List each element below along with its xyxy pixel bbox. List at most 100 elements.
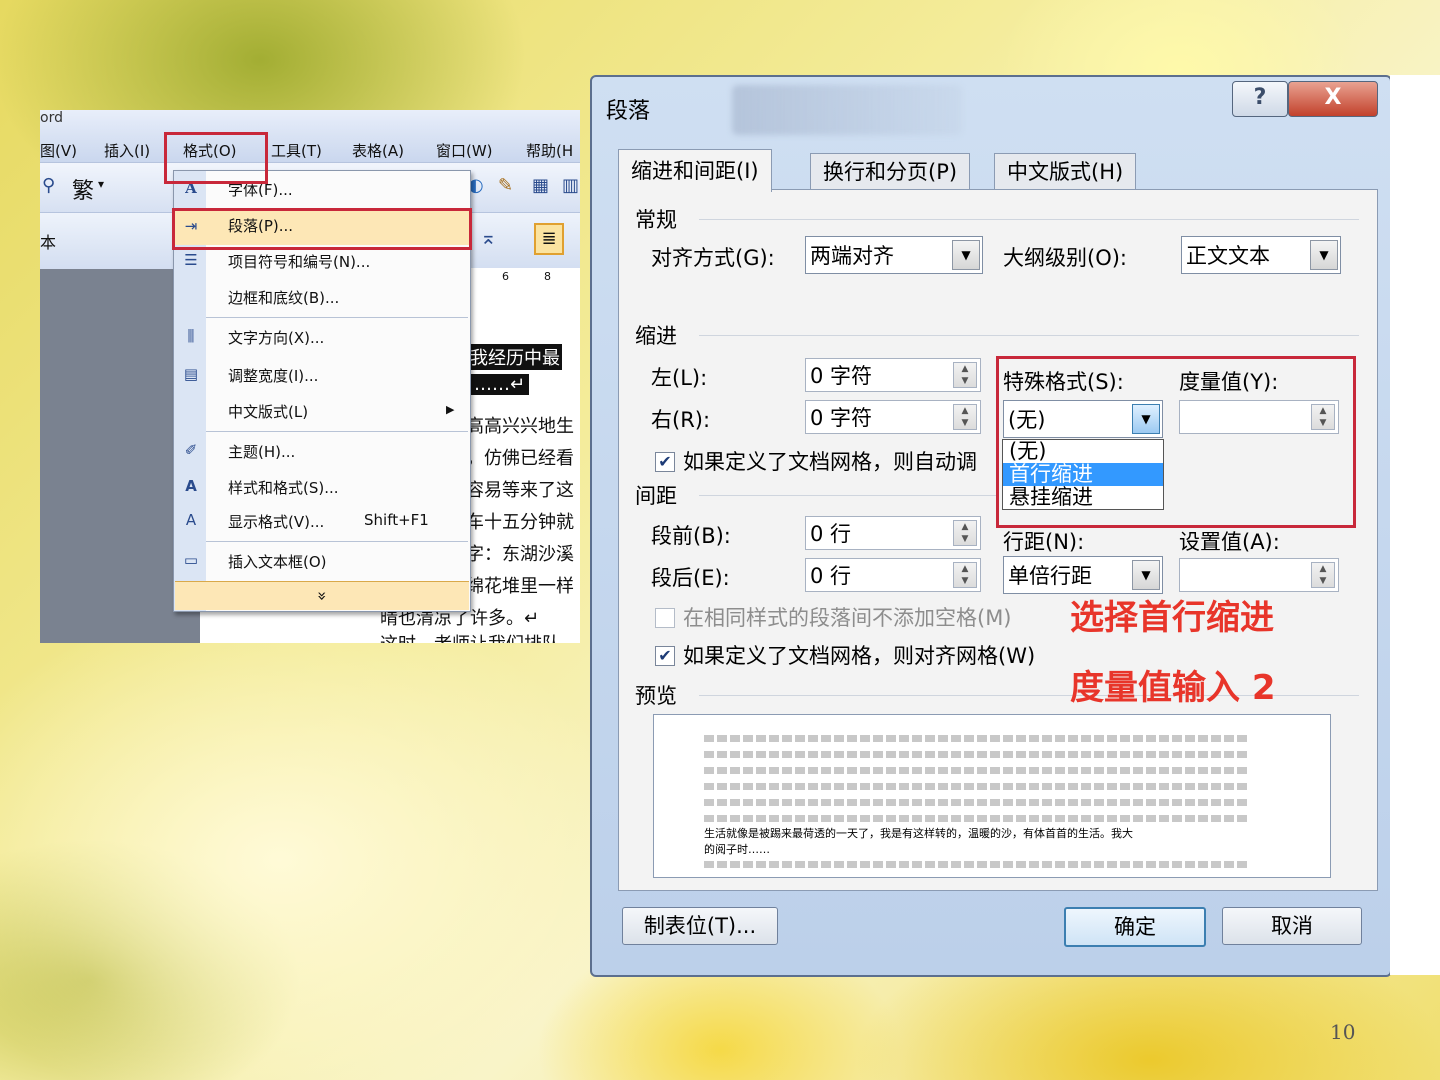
section-indentation: 缩进 bbox=[635, 324, 677, 348]
auto-adjust-label: 如果定义了文档网格，则自动调 bbox=[683, 450, 977, 474]
preview-box: 生活就像是被踢来最荷透的一天了，我是有这样转的，温暖的沙，有体首首的生活。我大 … bbox=[653, 714, 1331, 878]
spin-arrows-icon[interactable]: ▲ ▼ bbox=[953, 362, 977, 388]
spin-arrows-icon[interactable]: ▲ ▼ bbox=[1311, 562, 1335, 588]
right-indent-label: 右(R): bbox=[651, 408, 711, 432]
columns-icon[interactable]: ▥ bbox=[562, 175, 579, 196]
left-indent-input[interactable]: 0 字符 ▲ ▼ bbox=[805, 358, 981, 392]
chevron-down-icon[interactable]: ▼ bbox=[952, 240, 980, 270]
annotation-enter-value: 度量值输入 2 bbox=[1070, 668, 1276, 708]
alignment-select[interactable]: 两端对齐 ▼ bbox=[805, 236, 983, 274]
at-label: 设置值(A): bbox=[1179, 530, 1280, 554]
doc-line: 高高兴兴地生 bbox=[466, 416, 574, 437]
menu-item-styles[interactable]: 样式和格式(S)... bbox=[228, 477, 339, 498]
ruler: 6 8 bbox=[460, 268, 580, 299]
spin-arrows-icon[interactable]: ▲ ▼ bbox=[953, 562, 977, 588]
doc-line-selected: ……↵ bbox=[470, 374, 530, 395]
no-space-label: 在相同样式的段落间不添加空格(M) bbox=[683, 606, 1012, 630]
textbox-icon: ▭ bbox=[183, 551, 199, 569]
slide-number: 10 bbox=[1330, 1020, 1356, 1044]
spin-arrows-icon[interactable]: ▲ ▼ bbox=[953, 520, 977, 546]
preview-sample-text: 生活就像是被踢来最荷透的一天了，我是有这样转的，温暖的沙，有体首首的生活。我大 bbox=[704, 827, 1133, 840]
menu-view[interactable]: 图(V) bbox=[40, 140, 77, 161]
menu-item-reveal-format[interactable]: 显示格式(V)... bbox=[228, 511, 324, 532]
auto-adjust-checkbox[interactable]: ✔ bbox=[655, 452, 675, 472]
spin-arrows-icon[interactable]: ▲ ▼ bbox=[953, 404, 977, 430]
tab-asian-typography[interactable]: 中文版式(H) bbox=[994, 153, 1137, 190]
right-indent-value: 0 字符 bbox=[810, 406, 873, 430]
character-scale-icon[interactable]: ⌅ bbox=[480, 225, 497, 249]
bullets-icon: ☰ bbox=[184, 251, 198, 269]
no-space-checkbox[interactable] bbox=[655, 608, 675, 628]
menu-table[interactable]: 表格(A) bbox=[352, 140, 404, 161]
menu-item-text-direction[interactable]: 文字方向(X)... bbox=[228, 327, 324, 348]
section-preview: 预览 bbox=[635, 684, 677, 708]
section-rule bbox=[699, 219, 1359, 220]
adjust-width-icon: ▤ bbox=[183, 365, 199, 383]
line-spacing-select[interactable]: 单倍行距 ▼ bbox=[1003, 556, 1163, 594]
highlight-special-indent bbox=[996, 356, 1356, 528]
preview-gray-line bbox=[704, 751, 1250, 758]
annotation-select-first-line: 选择首行缩进 bbox=[1070, 598, 1274, 638]
traditional-chinese-button[interactable]: 繁 bbox=[72, 173, 94, 205]
menu-item-borders[interactable]: 边框和底纹(B)... bbox=[228, 287, 339, 308]
word-screenshot: ord 图(V) 插入(I) 格式(O) 工具(T) 表格(A) 窗口(W) 帮… bbox=[40, 110, 580, 643]
spacing-before-input[interactable]: 0 行 ▲ ▼ bbox=[805, 516, 981, 550]
chevron-down-icon[interactable]: ▾ bbox=[98, 177, 104, 191]
doc-line: ，仿佛已经看 bbox=[466, 448, 574, 469]
search-icon[interactable]: ⚲ bbox=[42, 175, 55, 196]
spacing-after-value: 0 行 bbox=[810, 564, 852, 588]
screenshot-margin bbox=[1390, 75, 1440, 975]
reveal-format-icon: A bbox=[185, 511, 197, 529]
line-spacing-label: 行距(N): bbox=[1003, 530, 1085, 554]
help-button[interactable]: ? bbox=[1232, 81, 1288, 117]
menu-item-adjust-width[interactable]: 调整宽度(I)... bbox=[228, 365, 318, 386]
chevron-down-icon[interactable]: ▼ bbox=[1132, 560, 1160, 590]
window-title-fragment: ord bbox=[40, 110, 63, 126]
cancel-button[interactable]: 取消 bbox=[1222, 907, 1362, 945]
menu-item-chinese-layout[interactable]: 中文版式(L) bbox=[228, 401, 308, 422]
expand-menu-button[interactable]: » bbox=[175, 581, 469, 610]
highlight-format-menu bbox=[164, 132, 268, 184]
menu-insert[interactable]: 插入(I) bbox=[104, 140, 150, 161]
doc-line: 绵花堆里一样 bbox=[466, 576, 574, 597]
section-rule bbox=[699, 335, 1359, 336]
menu-help[interactable]: 帮助(H bbox=[526, 140, 573, 161]
spacing-after-input[interactable]: 0 行 ▲ ▼ bbox=[805, 558, 981, 592]
chevron-down-icon[interactable]: ▼ bbox=[1310, 240, 1338, 270]
dialog-title: 段落 bbox=[606, 99, 651, 124]
theme-icon: ✐ bbox=[184, 441, 198, 459]
toolbar-edit-icon[interactable]: ✎ bbox=[498, 175, 513, 196]
styles-icon: A bbox=[185, 477, 197, 495]
menu-item-bullets[interactable]: 项目符号和编号(N)... bbox=[228, 251, 370, 272]
spacing-after-label: 段后(E): bbox=[651, 566, 730, 590]
menu-tools[interactable]: 工具(T) bbox=[271, 140, 322, 161]
justify-icon[interactable]: ≣ bbox=[534, 223, 564, 255]
ruler-mark-8: 8 bbox=[544, 270, 551, 283]
preview-gray-line bbox=[704, 861, 1250, 868]
outline-level-select[interactable]: 正文文本 ▼ bbox=[1181, 236, 1341, 274]
section-rule bbox=[699, 495, 999, 496]
doc-line: 容易等来了这 bbox=[466, 480, 574, 501]
close-button[interactable]: X bbox=[1288, 81, 1378, 117]
at-input[interactable]: ▲ ▼ bbox=[1179, 558, 1339, 592]
blurred-background-text bbox=[732, 85, 962, 135]
spacing-before-value: 0 行 bbox=[810, 522, 852, 546]
snap-grid-checkbox[interactable]: ✔ bbox=[655, 646, 675, 666]
menu-item-theme[interactable]: 主题(H)... bbox=[228, 441, 295, 462]
tab-indents-spacing[interactable]: 缩进和间距(I) bbox=[618, 149, 772, 192]
font-box-fragment[interactable]: 本 bbox=[40, 229, 56, 253]
shortcut-label: Shift+F1 bbox=[364, 511, 429, 529]
section-general: 常规 bbox=[635, 208, 677, 232]
menu-item-insert-textbox[interactable]: 插入文本框(O) bbox=[228, 551, 327, 572]
doc-line: 这时，老师让我们排队 bbox=[380, 630, 560, 643]
alignment-label: 对齐方式(G): bbox=[651, 246, 775, 270]
tabs-button[interactable]: 制表位(T)... bbox=[622, 907, 778, 945]
preview-gray-line bbox=[704, 767, 1250, 774]
ok-button[interactable]: 确定 bbox=[1064, 907, 1206, 947]
right-indent-input[interactable]: 0 字符 ▲ ▼ bbox=[805, 400, 981, 434]
tab-line-page-breaks[interactable]: 换行和分页(P) bbox=[810, 153, 971, 190]
menu-separator bbox=[206, 431, 468, 432]
table-icon[interactable]: ▦ bbox=[532, 175, 549, 196]
text-direction-icon: ⫼ bbox=[187, 327, 195, 345]
menu-window[interactable]: 窗口(W) bbox=[436, 140, 493, 161]
